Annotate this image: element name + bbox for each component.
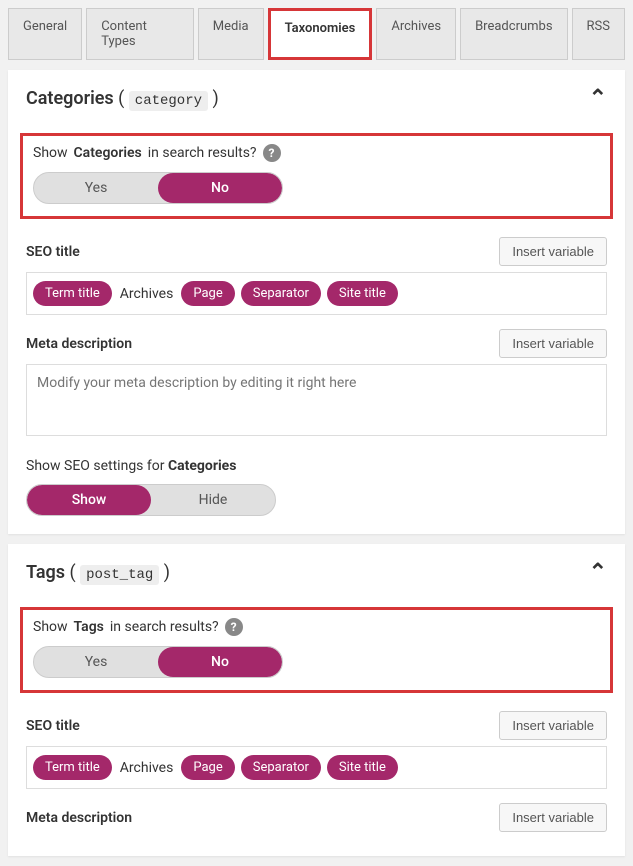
tags-toggle-no[interactable]: No <box>158 647 282 677</box>
var-term-title[interactable]: Term title <box>33 755 112 780</box>
tags-toggle-yes[interactable]: Yes <box>34 647 158 677</box>
chevron-up-icon[interactable]: ⌃ <box>589 560 607 585</box>
tab-media[interactable]: Media <box>198 8 264 60</box>
tags-seo-title-row: SEO title Insert variable <box>26 711 607 740</box>
categories-seo-title-row: SEO title Insert variable <box>26 237 607 266</box>
show-settings-label: Show SEO settings for Categories <box>26 458 607 474</box>
var-page[interactable]: Page <box>181 755 234 780</box>
categories-show-toggle: Yes No <box>33 172 283 204</box>
categories-show-settings: Show SEO settings for Categories Show Hi… <box>26 458 607 516</box>
tags-panel: Tags ( post_tag ) ⌃ Show Tags in search … <box>8 544 625 856</box>
categories-meta-desc-row: Meta description Insert variable <box>26 329 607 358</box>
var-site-title[interactable]: Site title <box>327 281 398 306</box>
tab-general[interactable]: General <box>8 8 82 60</box>
tab-taxonomies[interactable]: Taxonomies <box>268 8 373 60</box>
seo-title-label: SEO title <box>26 718 80 734</box>
tabs-bar: General Content Types Media Taxonomies A… <box>0 0 633 60</box>
seo-title-input[interactable]: Term title Archives Page Separator Site … <box>26 746 607 789</box>
meta-description-label: Meta description <box>26 810 132 826</box>
help-icon[interactable]: ? <box>225 618 243 636</box>
tab-content-types[interactable]: Content Types <box>86 8 194 60</box>
meta-description-input[interactable] <box>26 364 607 436</box>
categories-settings-hide[interactable]: Hide <box>151 485 275 515</box>
var-term-title[interactable]: Term title <box>33 281 112 306</box>
insert-variable-button[interactable]: Insert variable <box>499 329 607 358</box>
insert-variable-button[interactable]: Insert variable <box>499 237 607 266</box>
tab-archives[interactable]: Archives <box>376 8 456 60</box>
meta-description-label: Meta description <box>26 336 132 352</box>
seo-title-label: SEO title <box>26 244 80 260</box>
insert-variable-button[interactable]: Insert variable <box>499 711 607 740</box>
categories-settings-show[interactable]: Show <box>27 485 151 515</box>
tags-header[interactable]: Tags ( post_tag ) ⌃ <box>26 560 607 585</box>
categories-show-label: Show Categories in search results? ? <box>33 144 600 162</box>
tab-breadcrumbs[interactable]: Breadcrumbs <box>460 8 567 60</box>
categories-panel: Categories ( category ) ⌃ Show Categorie… <box>8 70 625 534</box>
var-separator[interactable]: Separator <box>241 281 321 306</box>
categories-toggle-no[interactable]: No <box>158 173 282 203</box>
categories-show-results-box: Show Categories in search results? ? Yes… <box>20 133 613 219</box>
var-separator[interactable]: Separator <box>241 755 321 780</box>
var-archives-text: Archives <box>118 760 176 776</box>
categories-toggle-yes[interactable]: Yes <box>34 173 158 203</box>
categories-settings-toggle: Show Hide <box>26 484 276 516</box>
tab-rss[interactable]: RSS <box>572 8 625 60</box>
tags-show-label: Show Tags in search results? ? <box>33 618 600 636</box>
categories-header[interactable]: Categories ( category ) ⌃ <box>26 86 607 111</box>
tags-show-results-box: Show Tags in search results? ? Yes No <box>20 607 613 693</box>
help-icon[interactable]: ? <box>263 144 281 162</box>
seo-title-input[interactable]: Term title Archives Page Separator Site … <box>26 272 607 315</box>
var-page[interactable]: Page <box>181 281 234 306</box>
chevron-up-icon[interactable]: ⌃ <box>589 86 607 111</box>
var-site-title[interactable]: Site title <box>327 755 398 780</box>
tags-title: Tags ( post_tag ) <box>26 562 170 583</box>
insert-variable-button[interactable]: Insert variable <box>499 803 607 832</box>
categories-title: Categories ( category ) <box>26 88 219 109</box>
tags-show-toggle: Yes No <box>33 646 283 678</box>
var-archives-text: Archives <box>118 286 176 302</box>
tags-meta-desc-row: Meta description Insert variable <box>26 803 607 832</box>
